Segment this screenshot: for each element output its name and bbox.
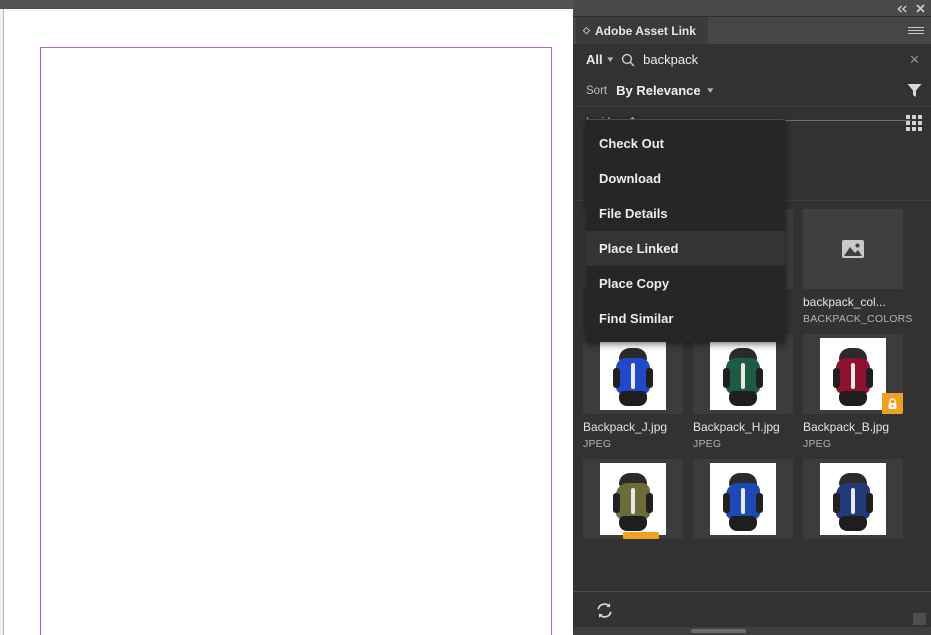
asset-tile[interactable]: [693, 459, 793, 539]
sort-label: Sort: [586, 84, 608, 97]
asset-tile[interactable]: [583, 459, 683, 539]
search-icon: [621, 53, 635, 67]
canvas-left-ruler: [0, 9, 4, 635]
panel-tab-bar: ◇ Adobe Asset Link: [573, 17, 931, 44]
menu-item-download[interactable]: Download: [586, 161, 785, 196]
asset-image: [820, 338, 886, 410]
chevron-down-icon[interactable]: ▾: [707, 86, 713, 95]
menu-item-find-similar[interactable]: Find Similar: [586, 301, 785, 336]
asset-image: [710, 338, 776, 410]
panel-window-chrome: [573, 0, 931, 17]
adobe-asset-link-panel: ◇ Adobe Asset Link All ▾ backpack ✕ Sort…: [573, 0, 931, 635]
asset-image: [600, 338, 666, 410]
clear-search-icon[interactable]: ✕: [906, 52, 923, 68]
canvas-top-ruler: [0, 0, 573, 9]
refresh-icon[interactable]: [595, 601, 614, 620]
panel-horizontal-scrollbar[interactable]: [573, 627, 931, 635]
asset-image: [600, 463, 666, 535]
asset-thumbnail[interactable]: [693, 334, 793, 414]
asset-name: Backpack_J.jpg: [583, 420, 668, 434]
asset-tile[interactable]: Backpack_H.jpg JPEG: [693, 334, 793, 450]
asset-thumbnail[interactable]: [583, 334, 683, 414]
asset-tile[interactable]: Backpack_B.jpg JPEG: [803, 334, 903, 450]
sort-bar: Sort By Relevance ▾: [573, 75, 931, 107]
search-bar: All ▾ backpack ✕: [573, 44, 931, 75]
document-canvas-area[interactable]: [0, 0, 573, 635]
menu-item-place-linked[interactable]: Place Linked: [586, 231, 785, 266]
asset-type: JPEG: [583, 438, 612, 450]
image-placeholder-icon: [841, 239, 865, 259]
document-page[interactable]: [5, 10, 573, 635]
page-guide-frame: [40, 47, 552, 635]
chevron-down-icon[interactable]: ▾: [607, 55, 613, 64]
asset-name: backpack_col...: [803, 295, 886, 309]
tab-adobe-asset-link[interactable]: ◇ Adobe Asset Link: [576, 17, 708, 44]
asset-thumbnail[interactable]: [693, 459, 793, 539]
asset-tile[interactable]: [803, 459, 903, 539]
search-scope-label[interactable]: All: [586, 52, 603, 67]
progress-badge: [622, 532, 659, 539]
asset-thumbnail[interactable]: [583, 459, 683, 539]
asset-thumbnail[interactable]: [803, 209, 903, 289]
asset-image: [710, 463, 776, 535]
menu-item-place-copy[interactable]: Place Copy: [586, 266, 785, 301]
tab-drag-handle-icon[interactable]: ◇: [583, 26, 590, 35]
collapse-left-icon[interactable]: [895, 2, 909, 15]
menu-item-check-out[interactable]: Check Out: [586, 126, 785, 161]
asset-thumbnail[interactable]: [803, 334, 903, 414]
horizontal-scrollbar-thumb[interactable]: [691, 629, 746, 633]
resize-grip-icon[interactable]: [913, 613, 926, 625]
asset-name: Backpack_H.jpg: [693, 420, 780, 434]
search-input[interactable]: backpack: [643, 49, 900, 71]
asset-thumbnail[interactable]: [803, 459, 903, 539]
asset-name: Backpack_B.jpg: [803, 420, 890, 434]
asset-tile[interactable]: Backpack_J.jpg JPEG: [583, 334, 683, 450]
panel-footer: [573, 591, 931, 628]
close-icon[interactable]: [913, 2, 927, 15]
menu-item-file-details[interactable]: File Details: [586, 196, 785, 231]
search-input-value: backpack: [643, 52, 699, 67]
sort-value[interactable]: By Relevance: [616, 83, 701, 98]
asset-context-menu: Check Out Download File Details Place Linke…: [586, 119, 785, 342]
asset-type: JPEG: [693, 438, 722, 450]
asset-tile[interactable]: backpack_col... BACKPACK_COLORS: [803, 209, 913, 325]
grid-view-icon[interactable]: [906, 114, 923, 132]
tab-label: Adobe Asset Link: [595, 23, 696, 38]
hamburger-menu-icon[interactable]: [908, 23, 924, 37]
asset-type: BACKPACK_COLORS: [803, 313, 913, 325]
lock-icon: [882, 393, 903, 414]
filter-funnel-icon[interactable]: [906, 82, 923, 99]
asset-type: JPEG: [803, 438, 832, 450]
application-window: ◇ Adobe Asset Link All ▾ backpack ✕ Sort…: [0, 0, 931, 635]
asset-image: [820, 463, 886, 535]
